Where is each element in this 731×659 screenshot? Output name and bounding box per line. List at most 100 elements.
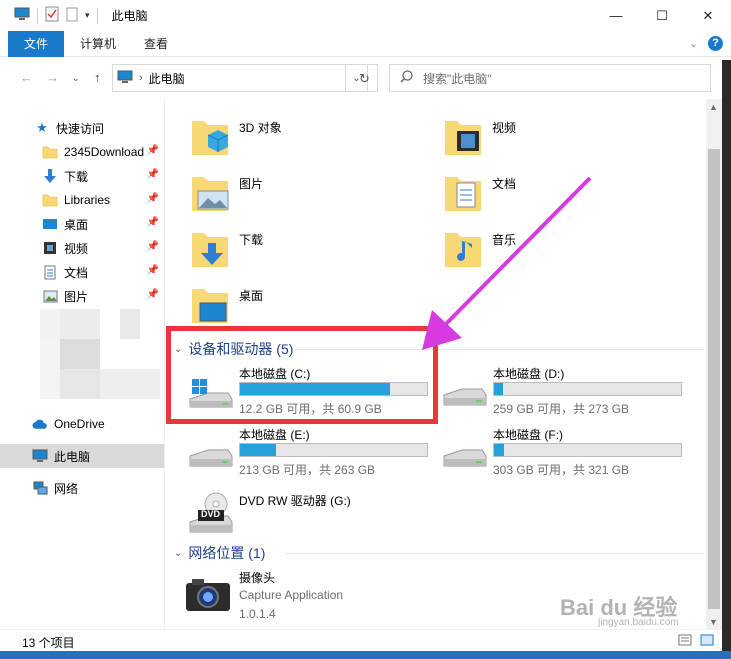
- desktop-icon: [42, 216, 58, 232]
- new-folder-icon[interactable]: [66, 7, 78, 25]
- star-icon: ★: [36, 120, 48, 135]
- drive-f[interactable]: 本地磁盘 (F:) 303 GB 可用，共 321 GB: [420, 426, 682, 486]
- ribbon: 文件 计算机 查看 ⌄ ?: [0, 31, 731, 57]
- sidebar-item-pictures[interactable]: 图片 📌: [0, 284, 164, 308]
- sidebar-item-downloads[interactable]: 下载 📌: [0, 164, 164, 188]
- sidebar-item-documents[interactable]: 文档 📌: [0, 260, 164, 284]
- close-button[interactable]: ✕: [685, 0, 731, 31]
- drive-name: 本地磁盘 (C:): [239, 367, 311, 381]
- quick-access-toolbar: ▾: [14, 6, 98, 25]
- sidebar-item-libraries[interactable]: Libraries 📌: [0, 188, 164, 212]
- pin-icon[interactable]: 📌: [147, 145, 159, 156]
- breadcrumb-chevron-icon[interactable]: ›: [139, 72, 143, 84]
- drive-free-space: 213 GB 可用，共 263 GB: [239, 463, 376, 477]
- drive-name: DVD RW 驱动器 (G:): [239, 494, 351, 508]
- maximize-icon: ☐: [656, 7, 668, 23]
- chevron-down-icon[interactable]: ▾: [85, 10, 90, 21]
- drive-free-space: 303 GB 可用，共 321 GB: [493, 463, 630, 477]
- breadcrumb-this-pc[interactable]: 此电脑: [149, 70, 185, 87]
- help-icon[interactable]: ?: [708, 36, 723, 51]
- large-icons-view-icon[interactable]: [700, 634, 714, 649]
- folder-name: 视频: [492, 121, 517, 135]
- pc-icon: [117, 70, 133, 87]
- recent-chevron-icon[interactable]: ⌄: [72, 73, 80, 84]
- up-arrow-icon[interactable]: ↑: [94, 70, 101, 85]
- document-icon: [42, 264, 58, 280]
- dvd-drive-icon: DVD: [188, 492, 234, 536]
- chevron-down-icon: ⌄: [174, 547, 183, 559]
- sidebar-item-onedrive[interactable]: OneDrive: [0, 412, 164, 436]
- sidebar-item-label: Libraries: [64, 193, 111, 207]
- drive-usage-fill: [240, 383, 390, 395]
- drive-usage-bar: [493, 382, 682, 396]
- pin-icon[interactable]: 📌: [147, 289, 159, 300]
- sidebar-item-videos[interactable]: 视频 📌: [0, 236, 164, 260]
- drive-usage-fill: [240, 444, 276, 456]
- drive-dvd[interactable]: DVD DVD RW 驱动器 (G:): [166, 492, 416, 538]
- expand-ribbon-icon[interactable]: ⌄: [689, 37, 698, 50]
- videos-folder-icon: [443, 117, 483, 157]
- 3d-objects-icon: [190, 117, 230, 157]
- pin-icon[interactable]: 📌: [147, 217, 159, 228]
- back-arrow-icon[interactable]: ←: [20, 70, 33, 85]
- hard-drive-icon: [442, 440, 488, 474]
- folder-videos[interactable]: 视频: [419, 99, 659, 155]
- picture-icon: [42, 288, 58, 304]
- details-view-icon[interactable]: [678, 634, 692, 649]
- scroll-down-icon[interactable]: ▼: [709, 617, 718, 627]
- search-placeholder: 搜索"此电脑": [423, 71, 492, 86]
- sidebar-item-2345download[interactable]: 2345Download 📌: [0, 140, 164, 164]
- folder-name: 桌面: [239, 289, 264, 303]
- windows-drive-icon: [188, 379, 234, 413]
- close-icon: ✕: [702, 7, 714, 23]
- forward-arrow-icon[interactable]: →: [46, 70, 59, 85]
- drive-c[interactable]: 本地磁盘 (C:) 12.2 GB 可用，共 60.9 GB: [166, 365, 428, 425]
- sidebar-item-network[interactable]: 网络: [0, 476, 164, 500]
- tab-file[interactable]: 文件: [8, 31, 64, 57]
- minimize-button[interactable]: —: [593, 0, 639, 31]
- folder-downloads[interactable]: 下载: [166, 211, 406, 267]
- sidebar-item-label: 图片: [64, 289, 89, 304]
- pictures-folder-icon: [190, 173, 230, 213]
- sidebar-item-this-pc[interactable]: 此电脑: [0, 444, 164, 468]
- hard-drive-icon: [188, 440, 234, 474]
- group-header-network-locations[interactable]: ⌄ 网络位置 (1): [174, 543, 704, 563]
- sidebar-item-label: 2345Download: [64, 145, 145, 159]
- sidebar-item-label: 网络: [54, 481, 79, 496]
- pin-icon[interactable]: 📌: [147, 265, 159, 276]
- refresh-icon[interactable]: ↻: [352, 64, 378, 92]
- pin-icon[interactable]: 📌: [147, 169, 159, 180]
- vertical-scrollbar[interactable]: ▲ ▼: [706, 99, 722, 629]
- folder-desktop[interactable]: 桌面: [166, 267, 406, 323]
- pin-icon[interactable]: 📌: [147, 241, 159, 252]
- group-title: 设备和驱动器 (5): [188, 341, 294, 357]
- watermark-url: jingyan.baidu.com: [598, 617, 679, 628]
- folder-pictures[interactable]: 图片: [166, 155, 406, 211]
- network-icon: [32, 480, 48, 496]
- scroll-up-icon[interactable]: ▲: [709, 102, 718, 112]
- downloads-folder-icon: [190, 229, 230, 269]
- pin-icon[interactable]: 📌: [147, 193, 159, 204]
- maximize-button[interactable]: ☐: [639, 0, 685, 31]
- drive-e[interactable]: 本地磁盘 (E:) 213 GB 可用，共 263 GB: [166, 426, 428, 486]
- sidebar-item-quick-access[interactable]: ★ 快速访问: [0, 116, 164, 140]
- video-icon: [42, 240, 58, 256]
- scrollbar-thumb[interactable]: [708, 149, 720, 609]
- drive-usage-bar: [239, 382, 428, 396]
- address-bar[interactable]: › 此电脑: [112, 64, 346, 92]
- properties-icon[interactable]: [45, 6, 59, 25]
- sidebar-item-label: OneDrive: [54, 417, 105, 431]
- tab-computer[interactable]: 计算机: [64, 31, 132, 57]
- search-box[interactable]: 搜索"此电脑": [389, 64, 711, 92]
- pc-icon[interactable]: [14, 7, 30, 24]
- drive-usage-fill: [494, 383, 504, 395]
- folder-icon: [42, 144, 58, 160]
- toolbar-separator: [96, 7, 98, 24]
- folder-name: 图片: [239, 177, 264, 191]
- drive-d[interactable]: 本地磁盘 (D:) 259 GB 可用，共 273 GB: [420, 365, 682, 425]
- sidebar-item-desktop[interactable]: 桌面 📌: [0, 212, 164, 236]
- folder-3d-objects[interactable]: 3D 对象: [166, 99, 406, 155]
- tab-view[interactable]: 查看: [128, 31, 184, 57]
- drive-usage-bar: [239, 443, 428, 457]
- network-item-camera[interactable]: 摄像头 Capture Application 1.0.1.4: [166, 569, 416, 625]
